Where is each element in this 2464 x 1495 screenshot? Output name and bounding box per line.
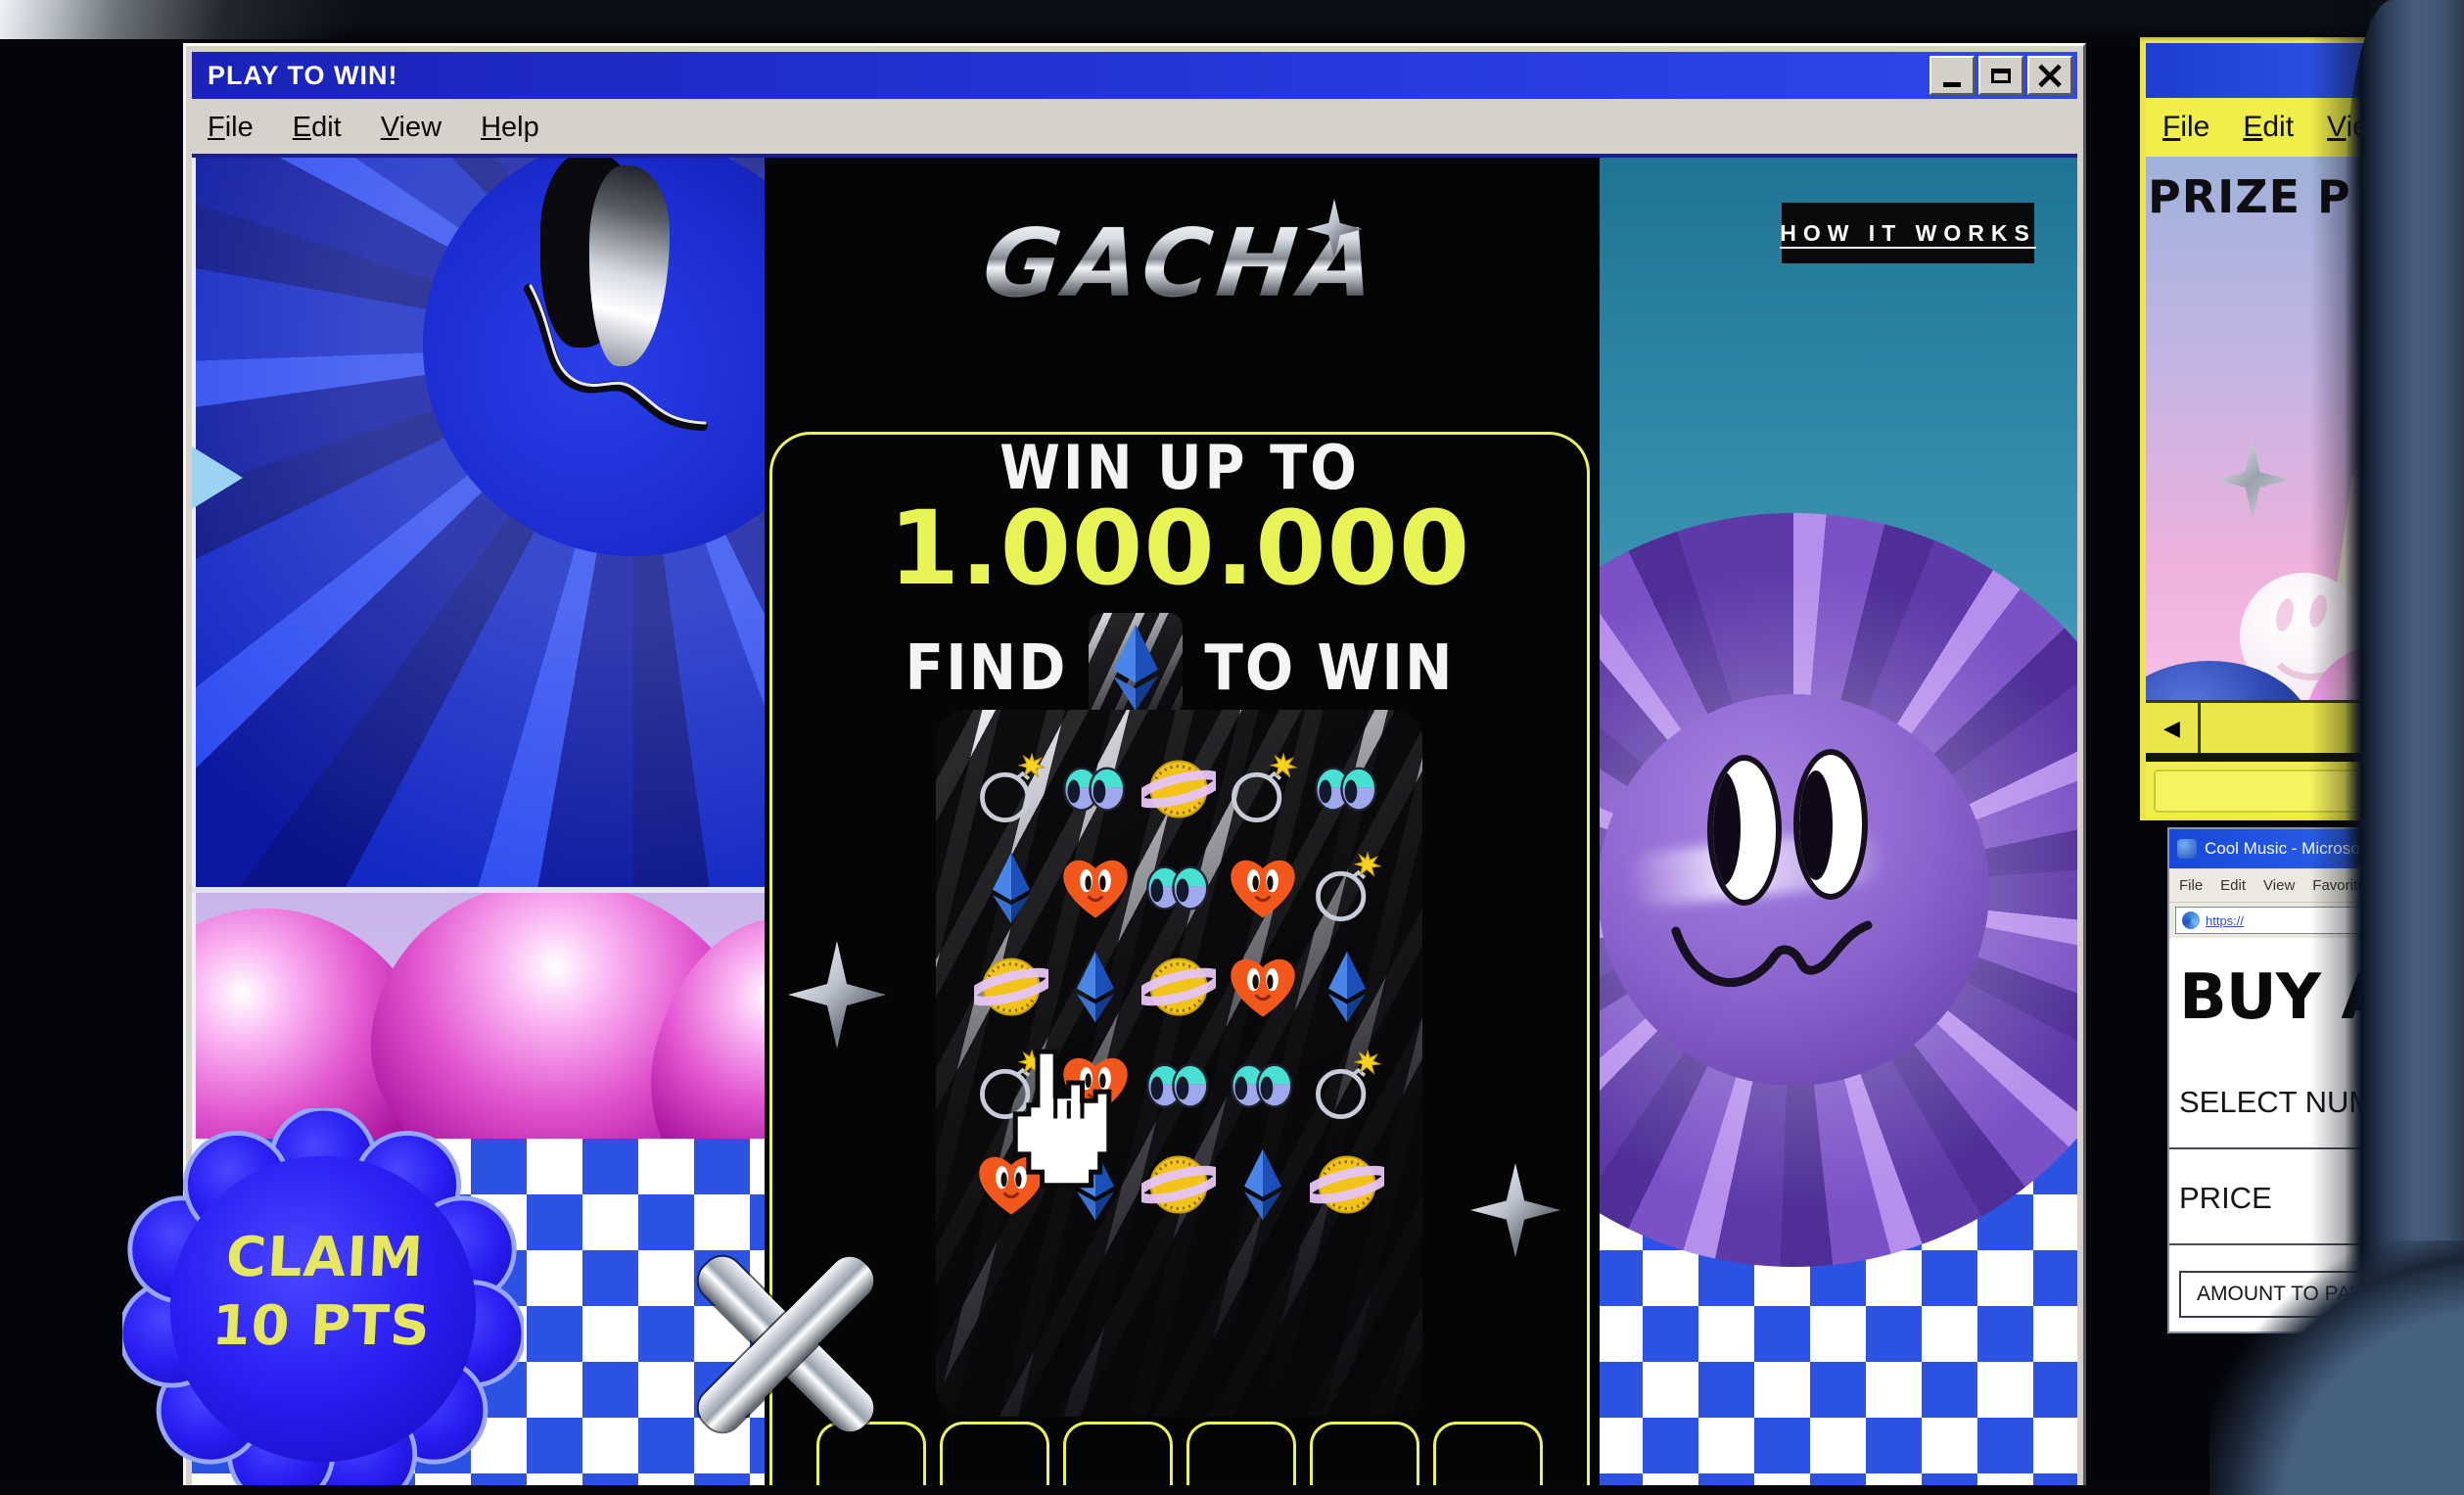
purple-flower-face (1598, 694, 1989, 1086)
menu-item[interactable]: File (208, 112, 254, 144)
image-divider (192, 887, 765, 893)
monitor-bezel-top (0, 0, 2464, 41)
crt-screen: PLAY TO WIN! × File Edit View Help (0, 0, 2464, 1495)
menubar: File Edit View Help (192, 103, 2077, 152)
menu-item[interactable]: File (2162, 111, 2209, 144)
eth-sample-tile (1089, 613, 1183, 723)
menu-item[interactable]: Edit (2243, 111, 2294, 144)
ticket-bumps (816, 1422, 1543, 1492)
how-it-works-button[interactable]: HOW IT WORKS (1782, 203, 2034, 263)
menu-item[interactable]: Edit (2220, 877, 2246, 894)
sparkle-icon (2216, 441, 2289, 519)
bomb-icon[interactable] (973, 751, 1049, 827)
internet-explorer-icon (2177, 839, 2197, 859)
maximize-icon (1991, 69, 2011, 83)
monitor-bezel-bottom (0, 1485, 2464, 1495)
titlebar[interactable]: PLAY TO WIN! × (192, 52, 2077, 99)
eyes-icon[interactable] (1225, 1048, 1301, 1124)
close-button[interactable]: × (2027, 56, 2072, 95)
pink-balloon-image (192, 893, 765, 1139)
to-win-label: TO WIN (1204, 631, 1454, 705)
eth-icon[interactable] (1309, 949, 1385, 1025)
eth-icon[interactable] (1057, 949, 1134, 1025)
chrome-x-decoration (674, 1232, 899, 1457)
close-icon: × (2033, 61, 2067, 90)
heart-icon[interactable] (1225, 949, 1301, 1025)
find-label: FIND (905, 631, 1067, 705)
ticket-bump (1310, 1422, 1419, 1492)
eth-icon[interactable] (973, 850, 1049, 926)
purple-flower-eye (1707, 755, 1782, 906)
ticket-bump (1433, 1422, 1543, 1492)
hand-cursor-icon (998, 1019, 1127, 1227)
menu-item[interactable]: Help (481, 112, 539, 144)
blue-flower-mouth (511, 277, 736, 444)
planet-icon[interactable] (1309, 1146, 1385, 1223)
window-controls: × (1926, 56, 2072, 95)
prize-amount-text: 1.000.000 (772, 495, 1587, 602)
scroll-left-button[interactable]: ◀ (2146, 703, 2201, 753)
blue-flower-image (192, 158, 765, 887)
menu-item[interactable]: File (2179, 877, 2203, 894)
claim-line1: CLAIM (122, 1224, 528, 1292)
url-text: https:// (2206, 913, 2244, 928)
monitor-bezel-corner (2209, 1240, 2464, 1495)
bomb-icon[interactable] (1309, 1048, 1385, 1124)
planet-icon[interactable] (1140, 1146, 1217, 1223)
eyes-icon[interactable] (1140, 1048, 1217, 1124)
heart-icon[interactable] (1225, 850, 1301, 926)
eyes-icon[interactable] (1140, 850, 1217, 926)
planet-icon[interactable] (1140, 751, 1217, 827)
claim-badge-text: CLAIM 10 PTS (118, 1224, 527, 1361)
window-title: PLAY TO WIN! (192, 61, 398, 91)
heart-icon[interactable] (1057, 850, 1134, 926)
bomb-icon[interactable] (1225, 751, 1301, 827)
purple-flower-eye (1793, 749, 1868, 900)
find-to-win-row: FIND TO WIN (772, 613, 1587, 723)
ticket-bump (1063, 1422, 1173, 1492)
minimize-icon (1943, 82, 1961, 87)
eyes-icon[interactable] (1057, 751, 1134, 827)
favicon-icon (2182, 911, 2200, 929)
minimize-button[interactable] (1929, 56, 1975, 95)
claim-line2: 10 PTS (118, 1292, 524, 1361)
eth-icon[interactable] (1225, 1146, 1301, 1223)
maximize-button[interactable] (1978, 56, 2023, 95)
planet-icon[interactable] (1140, 949, 1217, 1025)
menu-item[interactable]: View (2263, 877, 2295, 894)
purple-flower-panel: HOW IT WORKS (1600, 158, 2077, 1139)
menu-item[interactable]: View (381, 112, 442, 144)
ticket-bump (940, 1422, 1049, 1492)
eyes-icon[interactable] (1309, 751, 1385, 827)
ticket-bump (1186, 1422, 1296, 1492)
claim-points-badge[interactable]: CLAIM 10 PTS (122, 1108, 524, 1495)
purple-flower-mouth (1666, 902, 1901, 1019)
gacha-logo: GACHA (765, 209, 1600, 318)
planet-icon[interactable] (973, 949, 1049, 1025)
menu-item[interactable]: Edit (293, 112, 342, 144)
bomb-icon[interactable] (1309, 850, 1385, 926)
